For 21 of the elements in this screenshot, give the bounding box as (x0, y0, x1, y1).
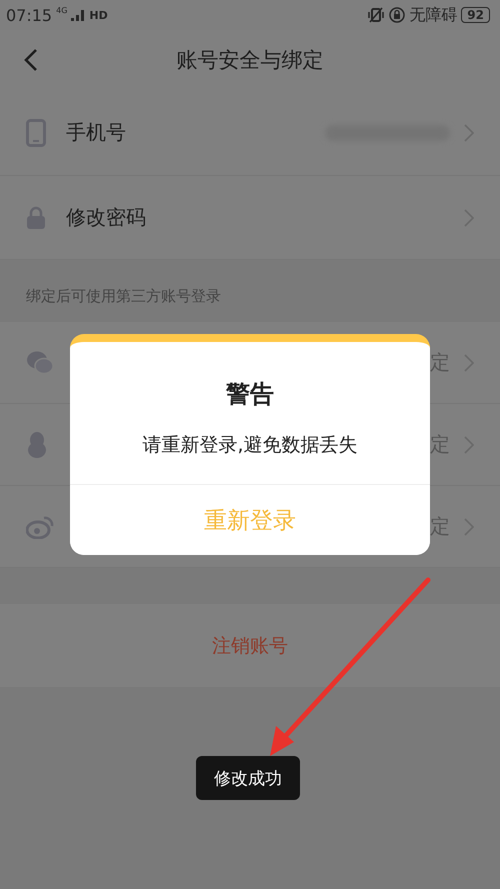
penguin-icon (26, 430, 48, 458)
phone-icon (26, 118, 46, 146)
lock-icon (26, 206, 46, 230)
accessibility-label: 无障碍 (409, 4, 458, 26)
signal-icon (71, 9, 86, 21)
toast-message: 修改成功 (196, 756, 300, 800)
row-label: 手机号 (66, 119, 127, 146)
clock-time: 07:15 (6, 6, 52, 24)
page-title: 账号安全与绑定 (176, 47, 324, 74)
battery-level: 92 (461, 7, 490, 23)
dialog-message: 请重新登录,避免数据丢失 (142, 433, 358, 458)
weibo-icon (26, 514, 54, 538)
settings-row[interactable]: 修改密码 (0, 176, 500, 260)
lock-icon (389, 7, 406, 23)
settings-row[interactable]: 手机号 (0, 90, 500, 176)
vibrate-icon (367, 7, 386, 23)
chat-bubbles-icon (26, 350, 54, 376)
network-type: 4G (56, 6, 68, 15)
row-label: 修改密码 (66, 204, 147, 231)
dialog-title: 警告 (226, 379, 274, 410)
hd-label: HD (89, 8, 108, 22)
